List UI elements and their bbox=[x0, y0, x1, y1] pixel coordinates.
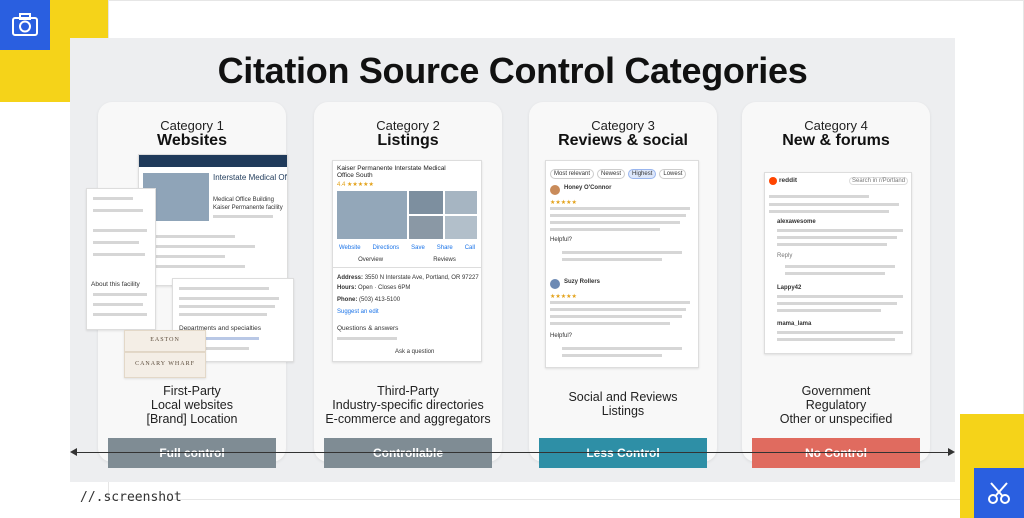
listing-rating: 4.4 ★★★★★ bbox=[337, 182, 374, 188]
tab-overview[interactable]: Overview bbox=[358, 257, 383, 267]
category-name: Listings bbox=[377, 132, 439, 149]
save-action[interactable]: Save bbox=[411, 245, 425, 251]
category-card-forums: Category 4 New & forums reddit Search in… bbox=[742, 102, 930, 468]
share-action[interactable]: Share bbox=[437, 245, 453, 251]
reply-button[interactable]: Reply bbox=[777, 253, 792, 259]
filter-lowest[interactable]: Lowest bbox=[659, 169, 687, 179]
slide-title: Citation Source Control Categories bbox=[217, 50, 808, 91]
filter-highest[interactable]: Highest bbox=[628, 169, 657, 179]
ask-question-button[interactable]: Ask a question bbox=[395, 349, 434, 355]
category-description: Third-Party Industry-specific directorie… bbox=[325, 384, 491, 426]
control-badge-full: Full control bbox=[108, 438, 276, 468]
arrow-right-icon bbox=[948, 448, 955, 456]
banner-canary-wharf: CANARY WHARF bbox=[124, 352, 206, 378]
tab-reviews[interactable]: Reviews bbox=[433, 257, 456, 267]
category-card-reviews: Category 3 Reviews & social Most relevan… bbox=[529, 102, 717, 468]
forum-screenshot: reddit Search in r/Portland alexawesome … bbox=[764, 172, 912, 354]
category-number: Category 2 bbox=[376, 118, 440, 133]
category-description: First-Party Local websites [Brand] Locat… bbox=[146, 384, 238, 426]
reddit-icon bbox=[769, 177, 777, 185]
category-name: Reviews & social bbox=[558, 132, 688, 149]
call-action[interactable]: Call bbox=[465, 245, 475, 251]
forum-username: alexawesome bbox=[777, 219, 816, 225]
facility-type: Kaiser Permanente facility bbox=[213, 205, 283, 211]
reviewer-name: Honey O'Connor bbox=[564, 185, 612, 191]
helpful-label: Helpful? bbox=[550, 333, 573, 339]
category-number: Category 4 bbox=[804, 118, 868, 133]
hours-row: Hours: Open · Closes 6PM bbox=[337, 285, 411, 291]
forum-username: Lappy42 bbox=[777, 285, 802, 291]
address-row: Address: 3550 N Interstate Ave, Portland… bbox=[337, 275, 479, 281]
scissors-icon bbox=[988, 482, 1010, 504]
category-number: Category 1 bbox=[160, 118, 224, 133]
phone-row: Phone: (503) 413-5100 bbox=[337, 297, 401, 303]
category-card-websites: Category 1 Websites Interstate Medical O… bbox=[86, 102, 294, 468]
directions-action[interactable]: Directions bbox=[372, 245, 399, 251]
avatar bbox=[550, 185, 560, 195]
qa-heading: Questions & answers bbox=[337, 325, 399, 332]
place-name: Interstate Medical Office South bbox=[213, 173, 288, 182]
camera-icon bbox=[12, 13, 38, 36]
camera-button[interactable] bbox=[0, 0, 50, 50]
suggest-edit-link[interactable]: Suggest an edit bbox=[337, 309, 379, 315]
filter-most-relevant[interactable]: Most relevant bbox=[550, 169, 595, 179]
category-description: Government Regulatory Other or unspecifi… bbox=[779, 384, 893, 426]
scissors-button[interactable] bbox=[974, 468, 1024, 518]
reviews-screenshot: Most relevant Newest Highest Lowest Hone… bbox=[545, 160, 699, 368]
arrow-left-icon bbox=[70, 448, 77, 456]
banner-easton: EASTON bbox=[124, 330, 206, 352]
control-badge-controllable: Controllable bbox=[324, 438, 492, 468]
forum-username: mama_lama bbox=[777, 321, 812, 327]
listing-title: Kaiser Permanente Interstate Medical Off… bbox=[337, 165, 446, 179]
control-spectrum-line bbox=[72, 452, 952, 453]
review-stars: ★★★★★ bbox=[550, 294, 577, 300]
review-filters: Most relevant Newest Highest Lowest bbox=[550, 169, 687, 179]
listing-actions: Website Directions Save Share Call bbox=[333, 245, 481, 251]
avatar bbox=[550, 279, 560, 289]
listing-screenshot: Kaiser Permanente Interstate Medical Off… bbox=[332, 160, 482, 362]
footer-brand: //.screenshot bbox=[80, 490, 182, 505]
category-description: Social and Reviews Listings bbox=[568, 390, 678, 418]
website-action[interactable]: Website bbox=[339, 245, 361, 251]
control-badge-none: No Control bbox=[752, 438, 920, 468]
reviewer-name: Suzy Rollers bbox=[564, 279, 601, 285]
website-screenshot: Interstate Medical Office South Medical … bbox=[138, 154, 288, 286]
category-name: Websites bbox=[157, 132, 227, 149]
about-facility: About this facility bbox=[91, 281, 140, 288]
review-stars: ★★★★★ bbox=[550, 200, 577, 206]
control-badge-less: Less Control bbox=[539, 438, 707, 468]
listing-tabs: Overview Reviews bbox=[333, 257, 481, 268]
category-card-listings: Category 2 Listings Kaiser Permanente In… bbox=[314, 102, 502, 468]
helpful-label: Helpful? bbox=[550, 237, 573, 243]
reddit-logo: reddit bbox=[779, 177, 798, 184]
category-number: Category 3 bbox=[591, 118, 655, 133]
building-type: Medical Office Building bbox=[213, 197, 274, 203]
slide: Citation Source Control Categories Categ… bbox=[70, 38, 955, 482]
phone-info-screenshot: About this facility bbox=[86, 188, 156, 330]
category-name: New & forums bbox=[782, 132, 890, 149]
forum-search-input[interactable]: Search in r/Portland bbox=[849, 177, 909, 185]
filter-newest[interactable]: Newest bbox=[597, 169, 626, 179]
